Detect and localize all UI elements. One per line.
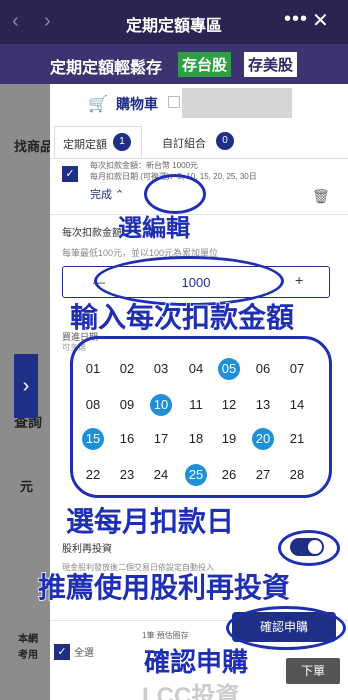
promo-banner: 定期定額輕鬆存 存台股 存美股	[0, 44, 348, 84]
amount-label: 每次扣款金額	[62, 228, 122, 239]
redacted-area	[182, 88, 292, 118]
tab-custom-combo[interactable]: 自訂組合 0	[160, 126, 250, 158]
select-all-label: 全選	[74, 648, 94, 659]
cart-icon: 🛒	[88, 96, 108, 113]
tab-label: 定期定額	[63, 139, 107, 151]
select-all-checkbox[interactable]: ✓	[54, 644, 70, 660]
screen: ‹ › 定期定額專區 ••• ✕ 定期定額輕鬆存 存台股 存美股 找商品 查詢 …	[0, 0, 348, 700]
annotation-days: 選每月扣款日	[65, 505, 235, 538]
tab-label: 自訂組合	[162, 138, 206, 150]
bg-text-find: 找商品	[14, 139, 54, 154]
annotation-confirm: 確認申購	[143, 646, 249, 678]
annotation-box-days	[70, 336, 332, 498]
tab-count-badge: 0	[216, 132, 234, 150]
annotation-circle-toggle	[278, 530, 340, 566]
item-amount-line: 每次扣款金額：新台幣 1000元	[90, 161, 199, 170]
item-checkbox[interactable]: ✓	[62, 166, 78, 182]
tab-divider	[50, 158, 348, 159]
bg-text-ben: 本網	[18, 634, 38, 645]
bg-text-kao: 考用	[18, 650, 38, 661]
banner-title: 定期定額輕鬆存	[50, 60, 163, 77]
tab-count-badge: 1	[113, 133, 131, 151]
done-button[interactable]: 完成 ⌃	[90, 186, 124, 202]
divider	[50, 214, 348, 215]
tab-fixed-amount[interactable]: 定期定額 1	[54, 126, 142, 158]
title-bar: ‹ › 定期定額專區 ••• ✕	[0, 0, 348, 44]
trash-icon[interactable]: 🗑	[312, 188, 330, 205]
banner-tag-tw[interactable]: 存台股	[178, 52, 232, 77]
more-icon[interactable]: •••	[284, 8, 308, 31]
cart-thumbnail-icon	[168, 96, 180, 108]
annotation-amount: 輸入每次扣款金額	[69, 301, 295, 334]
bg-text-yuan: 元	[20, 479, 34, 494]
cart-title: 購物車	[116, 96, 158, 112]
dividend-reinvest-label: 股利再投資	[62, 544, 112, 555]
annotation-reinvest: 推薦使用股利再投資	[37, 571, 291, 604]
order-button[interactable]: 下單	[286, 658, 340, 684]
estimate-note: 1筆 預估圈存	[142, 631, 189, 640]
annotation-edit: 選編輯	[117, 214, 191, 243]
bg-next-arrow-icon[interactable]: ›	[14, 354, 38, 418]
increment-button[interactable]: +	[295, 272, 303, 288]
close-icon[interactable]: ✕	[312, 8, 329, 33]
banner-tag-us[interactable]: 存美股	[244, 52, 298, 77]
watermark: LCC投資	[142, 683, 240, 700]
